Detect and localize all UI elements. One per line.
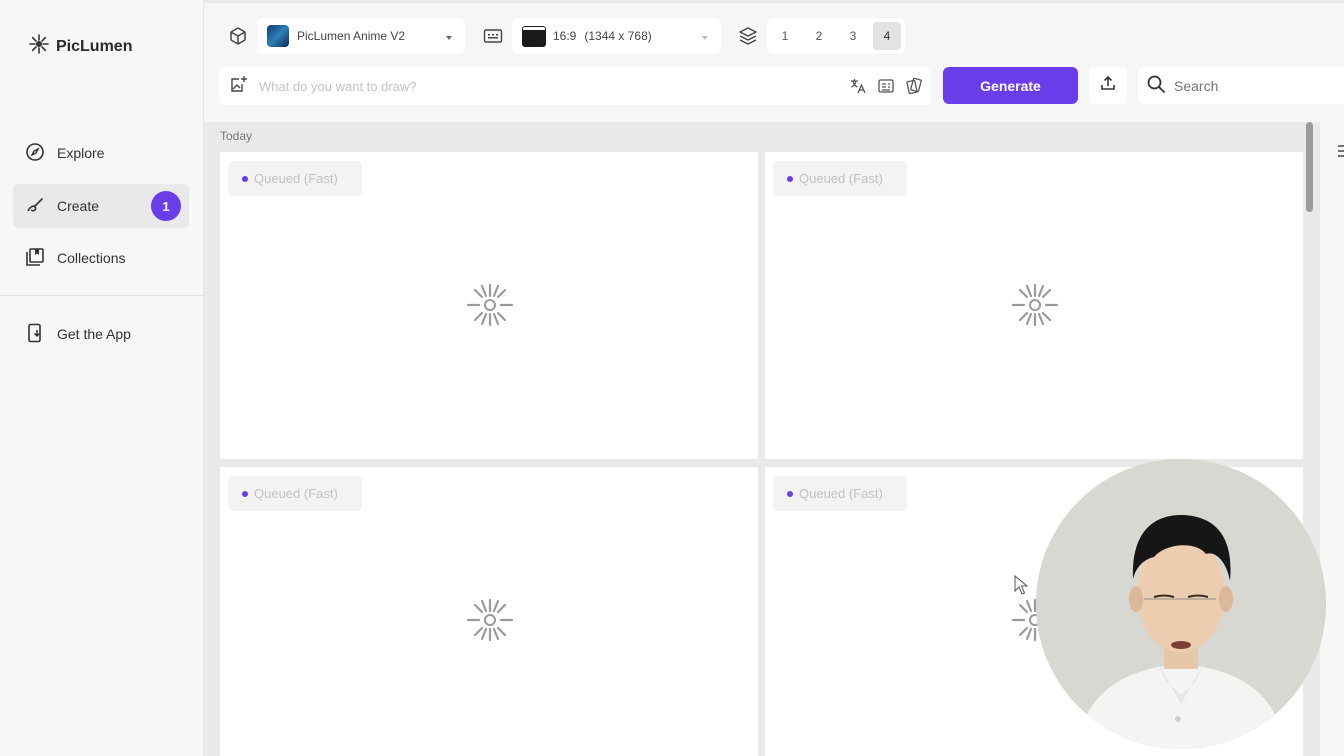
aspect-ratio-value: 16:9 — [553, 29, 577, 43]
model-select[interactable]: PicLumen Anime V2 — [257, 18, 465, 54]
status-dot — [242, 490, 248, 497]
app-logo[interactable]: PicLumen — [28, 33, 132, 60]
queued-status-badge: Queued (Fast) — [773, 476, 907, 511]
loading-spinner-icon — [465, 597, 515, 648]
shuffle-cards-icon[interactable] — [905, 77, 923, 100]
search-box[interactable]: Search — [1138, 67, 1344, 104]
status-label: Queued (Fast) — [799, 171, 883, 186]
model-thumbnail — [267, 25, 289, 47]
image-count-selector: 1 2 3 4 — [767, 18, 905, 54]
section-label-today: Today — [220, 129, 253, 143]
aspect-ratio-swatch-icon — [523, 26, 545, 46]
image-upload-icon[interactable] — [229, 74, 249, 99]
generate-button[interactable]: Generate — [943, 67, 1078, 104]
sidebar-item-label: Get the App — [57, 326, 131, 342]
sidebar-item-explore[interactable]: Explore — [13, 131, 189, 175]
generation-card[interactable]: Queued (Fast) — [765, 152, 1303, 459]
upload-button[interactable] — [1089, 67, 1127, 104]
aspect-size-value: (1344 x 768) — [584, 29, 652, 43]
status-dot — [787, 490, 793, 497]
piclumen-logo-icon — [28, 33, 50, 60]
compass-icon — [25, 142, 45, 165]
presenter-video-frame — [1036, 459, 1326, 749]
chevron-down-icon — [445, 31, 453, 45]
layers-icon[interactable] — [736, 24, 760, 48]
prompt-enhance-icon[interactable] — [877, 77, 895, 100]
search-icon — [1146, 74, 1166, 97]
generation-card[interactable]: Queued (Fast) — [220, 467, 758, 756]
sidebar-item-label: Collections — [57, 250, 126, 266]
download-app-icon — [25, 323, 45, 346]
count-option-3[interactable]: 3 — [839, 22, 867, 50]
status-label: Queued (Fast) — [254, 171, 338, 186]
loading-spinner-icon — [465, 282, 515, 333]
count-option-1[interactable]: 1 — [771, 22, 799, 50]
status-dot — [787, 175, 793, 182]
top-strip — [204, 0, 1344, 3]
menu-icon[interactable] — [1338, 144, 1344, 163]
queued-status-badge: Queued (Fast) — [773, 161, 907, 196]
collections-icon — [25, 247, 45, 270]
create-count-badge: 1 — [151, 191, 181, 221]
translate-icon[interactable] — [849, 77, 867, 100]
right-panel-edge — [1320, 122, 1344, 756]
cube-icon[interactable] — [226, 24, 250, 48]
loading-spinner-icon — [1010, 282, 1060, 333]
webcam-overlay — [1036, 459, 1326, 749]
gallery-scrollbar[interactable] — [1306, 122, 1313, 212]
search-placeholder: Search — [1174, 77, 1219, 94]
aspect-ratio-icon[interactable] — [481, 24, 505, 48]
sidebar-divider — [0, 295, 203, 296]
aspect-ratio-select[interactable]: 16:9 (1344 x 768) — [512, 18, 721, 54]
generation-card[interactable]: Queued (Fast) — [220, 152, 758, 459]
queued-status-badge: Queued (Fast) — [228, 476, 362, 511]
status-label: Queued (Fast) — [254, 486, 338, 501]
prompt-bar — [219, 67, 931, 105]
brush-icon — [25, 195, 45, 218]
status-label: Queued (Fast) — [799, 486, 883, 501]
sidebar-item-collections[interactable]: Collections — [13, 236, 189, 280]
sidebar-item-label: Create — [57, 198, 100, 214]
upload-icon — [1099, 74, 1117, 97]
sidebar: PicLumen Explore Create 1 Collections Ge… — [0, 0, 204, 756]
count-option-2[interactable]: 2 — [805, 22, 833, 50]
sidebar-item-create[interactable]: Create 1 — [13, 184, 189, 228]
queued-status-badge: Queued (Fast) — [228, 161, 362, 196]
app-name: PicLumen — [56, 37, 133, 55]
prompt-input[interactable] — [259, 78, 819, 94]
sidebar-item-get-the-app[interactable]: Get the App — [13, 312, 189, 356]
sidebar-item-label: Explore — [57, 145, 105, 161]
status-dot — [242, 175, 248, 182]
chevron-down-icon — [701, 31, 709, 45]
mouse-cursor-icon — [1014, 574, 1029, 600]
count-option-4[interactable]: 4 — [873, 22, 901, 50]
model-label: PicLumen Anime V2 — [297, 29, 406, 43]
